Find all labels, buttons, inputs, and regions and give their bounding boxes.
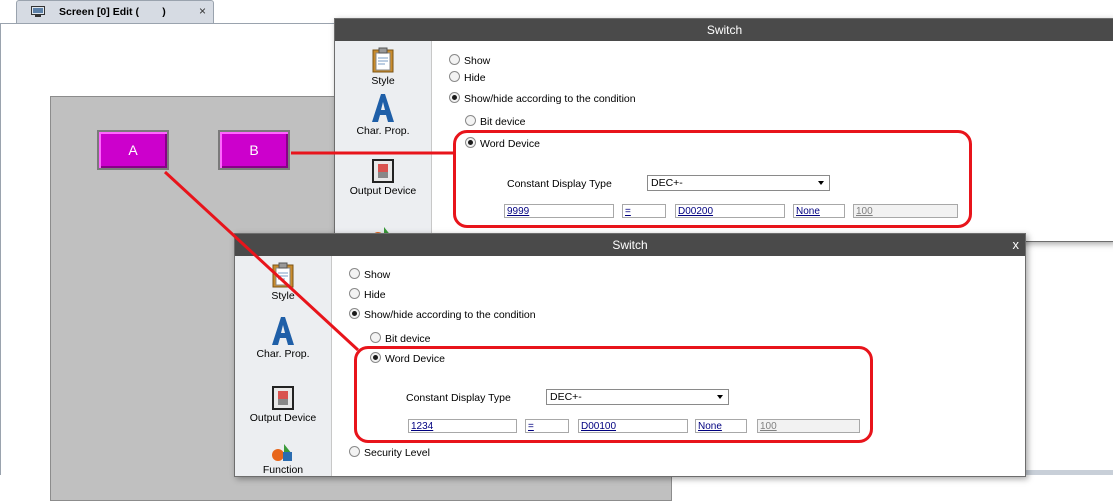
option-label: Hide: [464, 72, 486, 84]
tab-title: Screen [0] Edit ( ): [59, 6, 166, 18]
sidebar-item-char-prop[interactable]: Char. Prop.: [335, 93, 431, 137]
sidebar-item-output-device[interactable]: Output Device: [235, 386, 331, 424]
sidebar-item-label: Output Device: [249, 412, 317, 424]
clipboard-icon: [272, 262, 294, 288]
switch-b[interactable]: B: [218, 130, 290, 170]
sidebar-item-label: Char. Prop.: [356, 125, 410, 137]
option-bit-device[interactable]: Bit device: [465, 115, 526, 128]
scrollbar-track: [1024, 470, 1113, 475]
option-label: Show: [464, 55, 491, 67]
sidebar-item-label: Style: [271, 290, 295, 302]
option-hide[interactable]: Hide: [349, 288, 386, 301]
close-icon[interactable]: x: [1013, 234, 1020, 256]
radio-icon: [349, 268, 360, 279]
option-hide[interactable]: Hide: [449, 71, 486, 84]
letter-a-icon: [372, 94, 394, 122]
option-show-hide-condition[interactable]: Show/hide according to the condition: [449, 92, 636, 105]
option-bit-device[interactable]: Bit device: [370, 332, 431, 345]
radio-icon: [349, 288, 360, 299]
switch-a[interactable]: A: [97, 130, 169, 170]
dialog-sidebar: Style Char. Prop. Output Device Function: [235, 256, 332, 476]
radio-icon: [465, 115, 476, 126]
dialog-sidebar: Style Char. Prop. Output Device: [335, 41, 432, 244]
radio-icon: [349, 446, 360, 457]
option-label: Security Level: [364, 447, 430, 459]
option-show[interactable]: Show: [349, 268, 390, 281]
option-security-level[interactable]: Security Level: [349, 446, 430, 459]
option-label: Hide: [364, 289, 386, 301]
sidebar-item-function[interactable]: Function: [235, 442, 331, 476]
option-label: Show: [364, 269, 391, 281]
radio-icon: [449, 71, 460, 82]
shapes-icon: [272, 444, 292, 461]
sidebar-item-label: Function: [262, 464, 304, 476]
sidebar-item-label: Style: [371, 75, 395, 87]
highlight-box: [453, 130, 972, 228]
switch-dialog-b: Switch Style Char. Prop. Output Device S…: [334, 18, 1113, 244]
radio-icon: [449, 54, 460, 65]
letter-a-icon: [272, 317, 294, 345]
option-show[interactable]: Show: [449, 54, 490, 67]
sidebar-item-style[interactable]: Style: [335, 47, 431, 87]
radio-icon: [370, 332, 381, 343]
option-show-hide-condition[interactable]: Show/hide according to the condition: [349, 308, 536, 321]
option-label: Bit device: [480, 116, 526, 128]
option-label: Show/hide according to the condition: [364, 309, 536, 321]
switch-dialog-a: Switch x Style Char. Prop. Output Device…: [234, 233, 1026, 477]
radio-selected-icon: [349, 308, 360, 319]
highlight-box: [354, 346, 873, 443]
sidebar-item-output-device[interactable]: Output Device: [335, 159, 431, 197]
sidebar-item-label: Char. Prop.: [256, 348, 310, 360]
tab-screen-edit[interactable]: Screen [0] Edit ( ) ×: [16, 0, 214, 24]
clipboard-icon: [372, 47, 394, 73]
background-panel: [1024, 230, 1113, 475]
sidebar-item-style[interactable]: Style: [235, 262, 331, 302]
sidebar-item-char-prop[interactable]: Char. Prop.: [235, 316, 331, 360]
sidebar-item-label: Output Device: [349, 185, 417, 197]
output-device-icon: [272, 386, 294, 410]
dialog-title: Switch: [335, 19, 1113, 41]
option-label: Show/hide according to the condition: [464, 93, 636, 105]
tab-close-icon[interactable]: ×: [199, 4, 206, 18]
dialog-title: Switch: [235, 234, 1025, 256]
output-device-icon: [372, 159, 394, 183]
option-label: Bit device: [385, 333, 431, 345]
radio-selected-icon: [449, 92, 460, 103]
monitor-icon: [31, 6, 45, 17]
